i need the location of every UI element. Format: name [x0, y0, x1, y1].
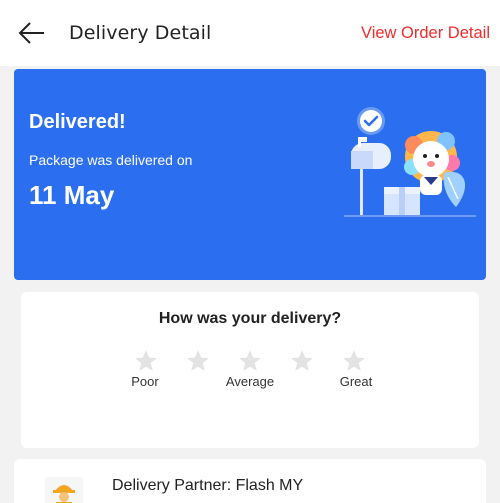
view-order-detail-link[interactable]: View Order Detail	[361, 24, 490, 43]
rating-label-poor: Poor	[131, 374, 159, 389]
delivery-mascot-illustration	[344, 107, 476, 217]
header-bar: Delivery Detail View Order Detail	[0, 0, 500, 66]
delivery-person-icon	[53, 485, 75, 503]
delivery-date: 11 May	[29, 180, 115, 210]
page-title: Delivery Detail	[69, 22, 212, 44]
rating-star-5[interactable]	[341, 348, 367, 374]
rating-label-average: Average	[225, 374, 275, 389]
check-badge-icon	[357, 107, 385, 135]
back-button[interactable]	[16, 18, 48, 48]
rating-label-great: Great	[339, 374, 373, 389]
rating-star-2[interactable]	[185, 348, 211, 374]
rating-star-1[interactable]	[133, 348, 159, 374]
delivery-rating-card: How was your delivery? Poor Average Grea…	[21, 292, 479, 448]
rating-question: How was your delivery?	[158, 310, 342, 327]
delivery-partner-label: Delivery Partner: Flash MY	[112, 477, 304, 494]
delivery-status-title: Delivered!	[29, 111, 126, 133]
parcel-box-icon	[384, 187, 420, 215]
rating-star-3[interactable]	[237, 348, 263, 374]
delivery-status-banner: Delivered! Package was delivered on 11 M…	[14, 69, 486, 280]
rating-star-4[interactable]	[289, 348, 315, 374]
delivery-status-subtitle: Package was delivered on	[29, 152, 193, 168]
arrow-left-icon[interactable]	[16, 18, 48, 48]
partner-icon-box	[45, 477, 83, 503]
delivery-partner-card: Delivery Partner: Flash MY	[14, 459, 486, 503]
